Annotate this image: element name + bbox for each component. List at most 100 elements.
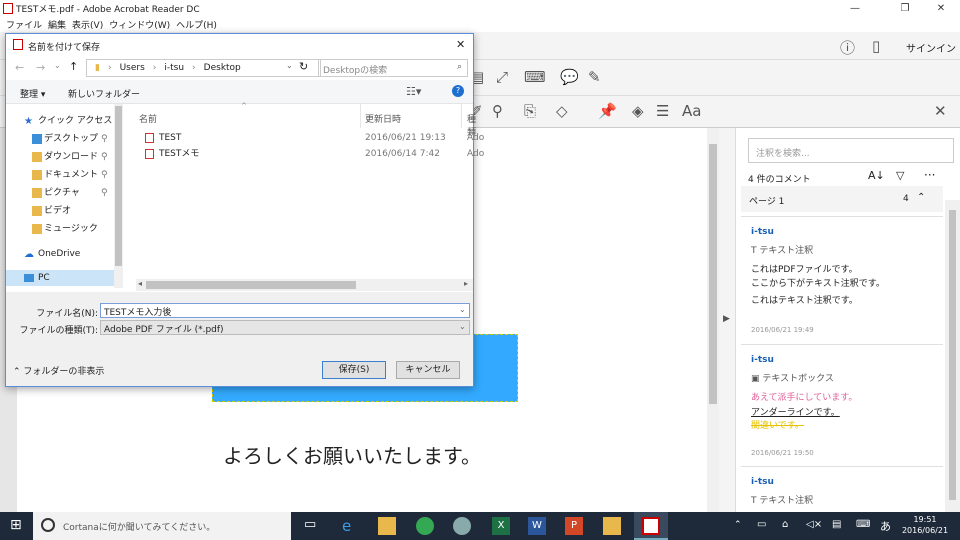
nav-documents[interactable]: ドキュメント ⚲ [6, 167, 114, 183]
text-size-icon[interactable]: Aa [682, 102, 701, 120]
maximize-button[interactable]: ❐ [890, 0, 920, 17]
mobile-icon[interactable]: ▯ [872, 37, 880, 55]
nav-quick-access[interactable]: ★ クイック アクセス [6, 113, 114, 129]
filename-input[interactable]: TESTメモ入力後 ⌄ [100, 303, 470, 318]
minimize-button[interactable]: — [840, 0, 870, 17]
acrobat-task[interactable] [634, 512, 668, 540]
dialog-close-icon[interactable]: ✕ [456, 38, 465, 51]
nav-videos[interactable]: ビデオ [6, 203, 114, 219]
nav-scrollbar[interactable] [114, 104, 123, 288]
hide-folders-toggle[interactable]: ⌃ フォルダーの非表示 [13, 364, 104, 377]
message-icon[interactable]: ▤ [832, 519, 841, 530]
filetype-select[interactable]: Adobe PDF ファイル (*.pdf) ⌄ [100, 320, 470, 335]
tray-chevron-icon[interactable]: ⌃ [734, 520, 742, 530]
ime-indicator[interactable]: あ [880, 518, 891, 534]
new-folder-button[interactable]: 新しいフォルダー [68, 87, 140, 100]
menu-help[interactable]: ヘルプ(H) [176, 18, 217, 31]
powerpoint-icon[interactable]: P [565, 517, 583, 535]
menu-file[interactable]: ファイル [6, 18, 42, 31]
keyboard-icon[interactable]: ⌨ [524, 68, 546, 86]
comments-scrollbar[interactable] [945, 200, 960, 512]
app-icon[interactable] [453, 517, 471, 535]
explorer-icon[interactable] [378, 517, 396, 535]
breadcrumb-item[interactable]: Users [120, 63, 145, 73]
shape-icon[interactable]: ◇ [556, 102, 568, 120]
filter-icon[interactable]: ▽ [896, 169, 904, 182]
clock[interactable]: 19:51 2016/06/21 [895, 514, 955, 536]
chevron-right-icon[interactable]: ▶ [723, 314, 730, 324]
network-icon[interactable]: ⌂ [782, 519, 788, 530]
lines-icon[interactable]: ☰ [656, 102, 669, 120]
doc-scrollbar[interactable] [707, 128, 719, 512]
forward-icon[interactable]: → [36, 61, 45, 74]
more-icon[interactable]: ··· [924, 168, 935, 182]
chevron-down-icon[interactable]: ⌄ [459, 322, 466, 331]
column-date[interactable]: 更新日時 [365, 112, 401, 125]
nav-onedrive[interactable]: ☁ OneDrive [6, 246, 114, 262]
comment-search-input[interactable]: 注釈を検索... [748, 138, 954, 163]
recent-icon[interactable]: ⌄ [54, 61, 61, 70]
signin-link[interactable]: サインイン [906, 40, 956, 55]
file-hscroll-thumb[interactable] [146, 281, 356, 289]
comment-card[interactable]: i-tsu T テキスト注釈 [741, 466, 943, 512]
chevron-down-icon[interactable]: ⌄ [459, 305, 466, 314]
breadcrumb-item[interactable]: Desktop [204, 63, 241, 73]
address-dropdown-icon[interactable]: ⌄ [286, 61, 293, 70]
windows-start-icon[interactable]: ⊞ [10, 517, 22, 533]
file-row[interactable]: TESTメモ 2016/06/14 7:42 Ado [123, 146, 484, 162]
nav-pc[interactable]: PC [6, 270, 114, 286]
menu-view[interactable]: 表示(V) [72, 18, 103, 31]
view-options-icon[interactable]: ☷▾ [406, 85, 421, 98]
dialog-search-input[interactable]: Desktopの検索 ⌕ [318, 59, 468, 77]
close-panel-icon[interactable]: ✕ [934, 102, 947, 120]
fill-icon[interactable]: ◈ [632, 102, 644, 120]
menu-edit[interactable]: 編集 [48, 18, 66, 31]
cortana-search[interactable]: Cortanaに何か聞いてみてください。 [33, 512, 291, 540]
stamp-icon[interactable]: ⚲ [492, 102, 503, 120]
column-name[interactable]: 名前 [139, 112, 157, 125]
battery-icon[interactable]: ▭ [757, 519, 766, 530]
file-row[interactable]: TEST 2016/06/21 19:13 Ado [123, 130, 484, 146]
help-icon[interactable]: ⓘ [840, 37, 855, 58]
refresh-icon[interactable]: ↻ [299, 60, 308, 73]
comment-card[interactable]: i-tsu T テキスト注釈 これはPDFファイルです。 ここから下がテキスト注… [741, 216, 943, 342]
volume-icon[interactable]: ◁× [806, 519, 822, 530]
chevron-up-icon[interactable]: ⌃ [917, 192, 925, 203]
excel-icon[interactable]: X [492, 517, 510, 535]
nav-scroll-thumb[interactable] [115, 106, 122, 266]
page-label[interactable]: ページ 1 [749, 194, 784, 207]
save-button[interactable]: 保存(S) [322, 361, 386, 379]
edge-icon[interactable]: e [342, 517, 360, 535]
word-icon[interactable]: W [528, 517, 546, 535]
help-icon[interactable]: ? [452, 85, 464, 97]
chrome-icon[interactable] [416, 517, 434, 535]
breadcrumb-item[interactable]: i-tsu [164, 63, 184, 73]
comments-scroll-thumb[interactable] [949, 210, 956, 500]
panel-collapse[interactable]: ▶ [719, 128, 735, 512]
nav-downloads[interactable]: ダウンロード ⚲ [6, 149, 114, 165]
close-button[interactable]: ✕ [926, 0, 956, 17]
pin-icon[interactable]: 📌 [598, 102, 617, 120]
task-view-icon[interactable]: ▭ [304, 517, 322, 535]
cancel-button[interactable]: キャンセル [396, 361, 460, 379]
nav-desktop[interactable]: デスクトップ ⚲ [6, 131, 114, 147]
menu-window[interactable]: ウィンドウ(W) [109, 18, 170, 31]
attach-icon[interactable]: ⎘ [524, 102, 536, 120]
scroll-left-icon[interactable]: ◂ [138, 279, 142, 288]
comment-card[interactable]: i-tsu ▣ テキストボックス あえて派手にしています。 アンダーラインです。… [741, 344, 943, 464]
file-hscrollbar[interactable]: ◂ ▸ [136, 279, 473, 291]
comment-icon[interactable]: 💬 [560, 68, 579, 86]
folder-app-icon[interactable] [603, 517, 621, 535]
nav-music[interactable]: ミュージック [6, 221, 114, 237]
organize-button[interactable]: 整理 ▾ [20, 87, 45, 100]
scroll-right-icon[interactable]: ▸ [464, 279, 468, 288]
sort-icon[interactable]: A↓ [868, 169, 885, 182]
cortana-icon [41, 518, 55, 532]
doc-scroll-thumb[interactable] [709, 144, 717, 404]
up-icon[interactable]: ↑ [69, 60, 78, 73]
back-icon[interactable]: ← [15, 61, 24, 74]
keyboard-tray-icon[interactable]: ⌨ [856, 519, 870, 530]
pen-icon[interactable]: ✎ [588, 68, 601, 86]
fit-icon[interactable]: ⤢ [496, 68, 508, 86]
nav-pictures[interactable]: ピクチャ ⚲ [6, 185, 114, 201]
